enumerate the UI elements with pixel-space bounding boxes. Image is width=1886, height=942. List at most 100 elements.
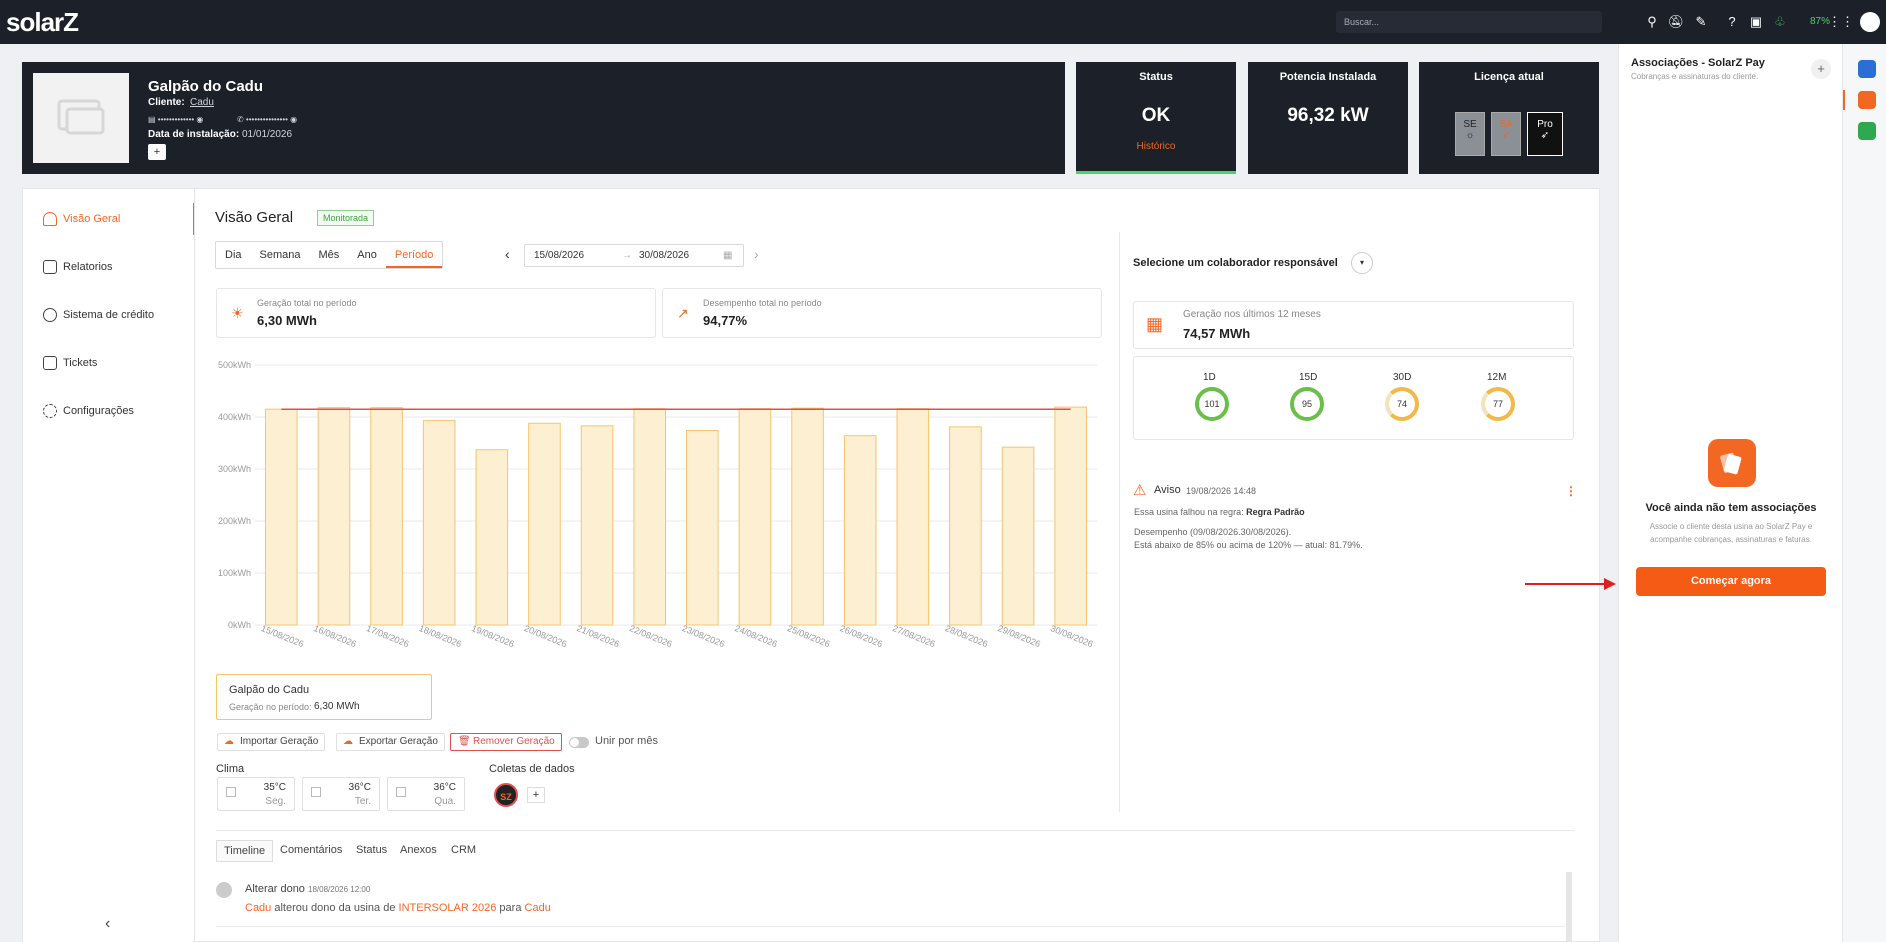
rail-solarz-pay-icon[interactable] bbox=[1858, 91, 1876, 109]
tab-dia[interactable]: Dia bbox=[216, 242, 251, 268]
join-month-toggle[interactable] bbox=[569, 737, 589, 748]
rocket-icon: ➶ bbox=[1501, 130, 1511, 141]
tab-periodo[interactable]: Período bbox=[385, 242, 443, 268]
start-date[interactable]: 15/08/2026 bbox=[534, 245, 584, 266]
tab-mes[interactable]: Mês bbox=[310, 242, 349, 268]
x-tick-label: 21/08/2026 bbox=[575, 623, 621, 649]
gen12-value: 74,57 MWh bbox=[1183, 326, 1251, 341]
ticket-icon bbox=[43, 356, 57, 370]
kpi-label: Geração total no período bbox=[257, 298, 357, 308]
warning-icon: ⚠ bbox=[1133, 482, 1147, 499]
tab-status[interactable]: Status bbox=[349, 840, 394, 862]
next-period-icon[interactable]: › bbox=[754, 246, 759, 262]
x-tick-label: 23/08/2026 bbox=[681, 623, 727, 649]
masked-phone[interactable]: ✆ ••••••••••••••• ◉ bbox=[237, 115, 297, 124]
performance-ring-12m: 77 bbox=[1481, 387, 1515, 421]
page-title: Visão Geral bbox=[215, 209, 294, 226]
remove-generation-button[interactable]: 🗑︎ Remover Geração bbox=[450, 733, 562, 751]
ring-label: 15D bbox=[1299, 372, 1318, 383]
install-date: 01/01/2026 bbox=[242, 129, 293, 140]
masked-document[interactable]: ▤ ••••••••••••• ◉ bbox=[148, 115, 203, 124]
x-tick-label: 22/08/2026 bbox=[628, 623, 674, 649]
add-collector-button[interactable]: + bbox=[527, 787, 545, 803]
image-icon bbox=[57, 99, 105, 135]
timeline-entry-title: Alterar dono 18/08/2026 12:00 bbox=[245, 883, 371, 895]
tab-semana[interactable]: Semana bbox=[251, 242, 310, 268]
apps-grid-icon[interactable]: ⋮⋮ bbox=[1828, 13, 1854, 31]
nav-configuracoes[interactable]: Configurações bbox=[41, 395, 195, 427]
x-tick-label: 19/08/2026 bbox=[470, 623, 516, 649]
rail-app-icon[interactable] bbox=[1858, 60, 1876, 78]
license-sa-badge[interactable]: SA ➶ bbox=[1491, 112, 1521, 156]
legend-label: Geração no período: bbox=[229, 702, 312, 712]
rail-whatsapp-icon[interactable] bbox=[1858, 122, 1876, 140]
collapse-sidebar-icon[interactable]: ‹ bbox=[105, 915, 110, 933]
add-association-button[interactable]: + bbox=[1811, 59, 1831, 79]
search-input[interactable]: Buscar... bbox=[1336, 11, 1602, 33]
graduation-cap-icon[interactable]: ✎ bbox=[1692, 13, 1710, 31]
license-pro-badge[interactable]: Pro ➶ bbox=[1527, 112, 1563, 156]
nav-tickets[interactable]: Tickets bbox=[41, 347, 195, 379]
kpi-generation: ☀ Geração total no período 6,30 MWh bbox=[216, 288, 656, 338]
tab-ano[interactable]: Ano bbox=[348, 242, 386, 268]
clipboard-icon[interactable]: ▣ bbox=[1747, 13, 1765, 31]
tab-crm[interactable]: CRM bbox=[444, 840, 483, 862]
history-link[interactable]: Histórico bbox=[1076, 141, 1236, 152]
power-title: Potencia Instalada bbox=[1279, 71, 1377, 83]
chart-bar bbox=[370, 407, 403, 626]
end-date[interactable]: 30/08/2026 bbox=[639, 245, 689, 266]
associations-panel: Associações - SolarZ Pay Cobranças e ass… bbox=[1618, 44, 1842, 942]
gauge-icon bbox=[43, 212, 57, 226]
chart-bar bbox=[896, 408, 930, 626]
alert-time: 19/08/2026 14:48 bbox=[1186, 486, 1257, 496]
alert-rule: Essa usina falhou na regra: Regra Padrão bbox=[1134, 507, 1305, 517]
license-se-badge[interactable]: SE ☼ bbox=[1455, 112, 1485, 156]
x-tick-label: 26/08/2026 bbox=[839, 623, 885, 649]
search-icon[interactable]: ⚲ bbox=[1643, 13, 1661, 31]
avatar[interactable] bbox=[1860, 12, 1880, 32]
solarz-logo[interactable]: solarZ bbox=[6, 7, 79, 38]
tab-timeline[interactable]: Timeline bbox=[216, 840, 274, 862]
nav-sistema-credito[interactable]: Sistema de crédito bbox=[41, 299, 195, 331]
series-legend-box[interactable]: Galpão do Cadu Geração no período: 6,30 … bbox=[216, 674, 432, 720]
nav-relatorios[interactable]: Relatorios bbox=[41, 251, 195, 283]
tab-anexos[interactable]: Anexos bbox=[393, 840, 444, 862]
panel-title: Associações - SolarZ Pay bbox=[1631, 57, 1765, 69]
status-value: OK bbox=[1141, 105, 1171, 126]
ring-label: 12M bbox=[1487, 372, 1507, 383]
weather-icon bbox=[396, 787, 406, 797]
kpi-value: 6,30 MWh bbox=[257, 313, 317, 328]
prev-period-icon[interactable]: ‹ bbox=[505, 246, 510, 262]
plant-header-card: Galpão do Cadu Cliente: Cadu ▤ •••••••••… bbox=[22, 62, 1065, 174]
empty-title: Você ainda não tem associações bbox=[1645, 502, 1817, 514]
timeline-scrollbar[interactable] bbox=[1566, 872, 1572, 942]
start-now-button[interactable]: Começar agora bbox=[1636, 567, 1826, 596]
ring-label: 30D bbox=[1393, 372, 1412, 383]
collaborator-dropdown[interactable]: ▾ bbox=[1351, 252, 1373, 274]
tab-comentarios[interactable]: Comentários bbox=[273, 840, 349, 862]
kpi-label: Desempenho total no período bbox=[703, 298, 822, 308]
calendar-icon[interactable]: ▦ bbox=[723, 245, 732, 266]
chart-bar bbox=[633, 408, 666, 626]
client-link[interactable]: Cadu bbox=[190, 97, 214, 108]
chart-bar bbox=[422, 420, 456, 626]
export-generation-button[interactable]: ☁ Exportar Geração bbox=[336, 733, 445, 751]
sidebar-divider bbox=[194, 189, 195, 942]
alert-menu-icon[interactable]: ⋮ bbox=[1565, 484, 1577, 498]
x-tick-label: 25/08/2026 bbox=[786, 623, 832, 649]
help-icon[interactable]: ? bbox=[1723, 13, 1741, 31]
add-button[interactable]: + bbox=[148, 144, 166, 160]
weather-title: Clima bbox=[216, 763, 245, 775]
kpi-value: 94,77% bbox=[703, 313, 748, 328]
license-card: Licença atual SE ☼ SA ➶ Pro ➶ bbox=[1419, 62, 1599, 174]
nav-visao-geral[interactable]: Visão Geral bbox=[41, 203, 195, 235]
client-label: Cliente: bbox=[148, 97, 185, 108]
y-tick-label: 400kWh bbox=[218, 412, 251, 422]
power-value: 96,32 kW bbox=[1287, 105, 1369, 126]
plant-icon[interactable]: ♧ bbox=[1771, 13, 1789, 31]
chart-bar bbox=[1001, 446, 1035, 626]
date-range-picker[interactable]: 15/08/2026 → 30/08/2026 ▦ bbox=[524, 244, 744, 267]
import-generation-button[interactable]: ☁ Importar Geração bbox=[217, 733, 326, 751]
collector-logo[interactable]: SZ bbox=[494, 783, 518, 807]
notifications-off-icon[interactable]: 🔕︎ bbox=[1667, 13, 1685, 31]
